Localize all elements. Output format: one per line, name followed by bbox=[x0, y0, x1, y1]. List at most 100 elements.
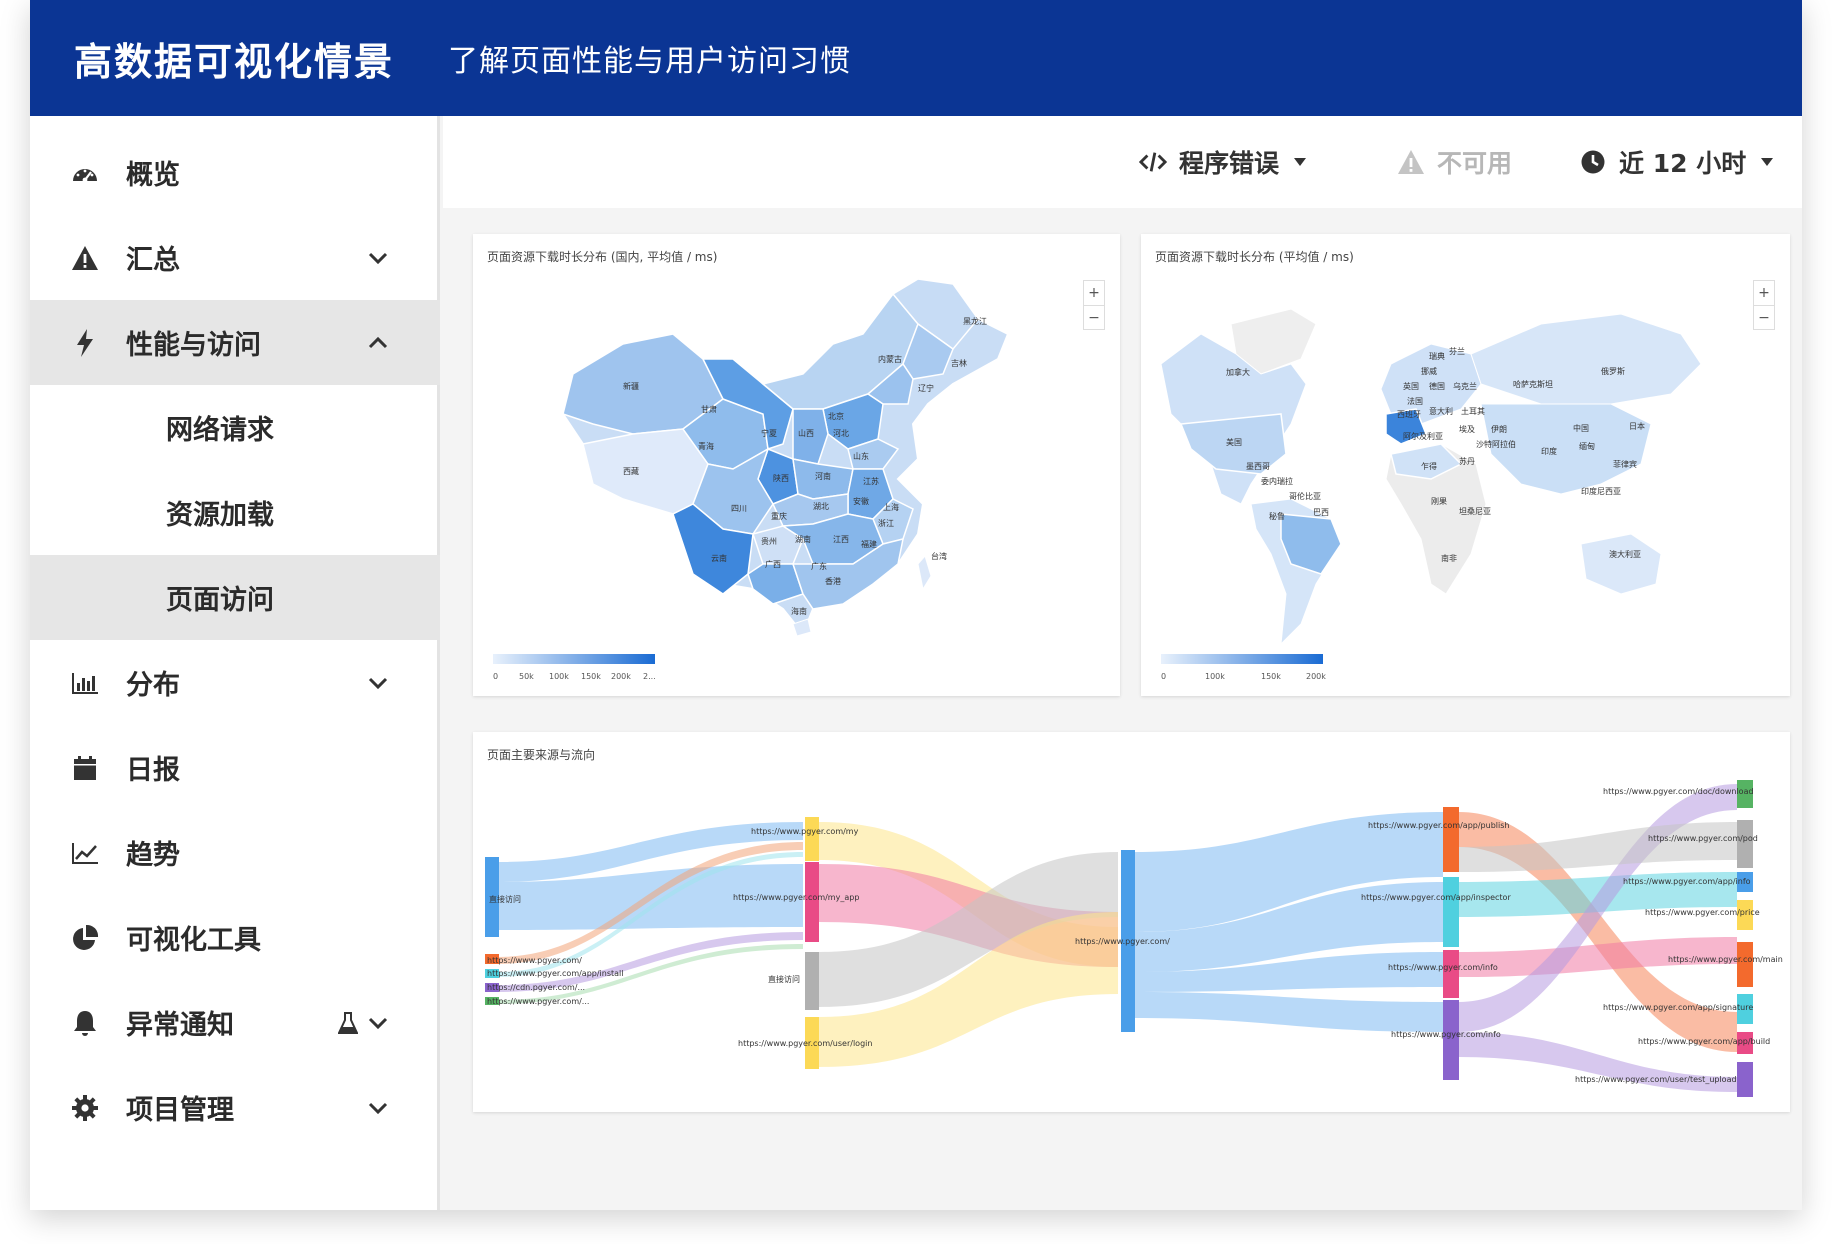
map-label: 缅甸 bbox=[1579, 441, 1595, 451]
map-label: 辽宁 bbox=[918, 383, 934, 393]
sidebar-item-label: 异常通知 bbox=[126, 1010, 234, 1041]
map-label: 西藏 bbox=[623, 466, 639, 476]
map-label: 青海 bbox=[698, 441, 714, 451]
map-label: 法国 bbox=[1407, 396, 1423, 406]
map-label: 宁夏 bbox=[761, 428, 777, 438]
chevron-down-icon[interactable] bbox=[366, 1011, 390, 1035]
sidebar-item-label: 可视化工具 bbox=[126, 925, 261, 956]
map-label: 印度尼西亚 bbox=[1581, 486, 1621, 496]
sidebar-item-project-management[interactable]: 项目管理 bbox=[30, 1065, 440, 1150]
map-label: 陕西 bbox=[773, 473, 789, 483]
map-label: 浙江 bbox=[878, 518, 894, 528]
map-label: 刚果 bbox=[1431, 497, 1447, 506]
map-label: 德国 bbox=[1429, 381, 1445, 391]
sankey-node bbox=[1443, 1000, 1459, 1080]
sidebar-item-alerts[interactable]: 异常通知 bbox=[30, 980, 440, 1065]
map-label: 印度 bbox=[1541, 446, 1557, 456]
sidebar-item-distribution[interactable]: 分布 bbox=[30, 640, 440, 725]
sankey-label: https://www.pgyer.com/app/info bbox=[1623, 877, 1751, 886]
sidebar-item-label: 页面访问 bbox=[166, 585, 274, 616]
sidebar-item-resource-loading[interactable]: 资源加载 bbox=[30, 470, 440, 555]
sidebar-item-performance[interactable]: 性能与访问 bbox=[30, 300, 440, 385]
map-label: 西班牙 bbox=[1397, 409, 1421, 419]
region-russia-asia bbox=[1470, 313, 1702, 405]
sidebar-item-summary[interactable]: 汇总 bbox=[30, 215, 440, 300]
sidebar-item-daily-report[interactable]: 日报 bbox=[30, 725, 440, 810]
china-map[interactable]: 新疆 西藏 青海 甘肃 宁夏 山西 北京 河北 山东 河南 江苏 陕西 安徽 湖… bbox=[473, 264, 1120, 684]
sidebar-item-page-visits[interactable]: 页面访问 bbox=[30, 555, 440, 640]
region-asia bbox=[1480, 403, 1652, 495]
map-label: 沙特阿拉伯 bbox=[1476, 439, 1516, 449]
map-label: 广西 bbox=[765, 559, 781, 569]
legend-tick: 150k bbox=[581, 672, 601, 681]
map-label: 菲律宾 bbox=[1613, 459, 1637, 469]
sankey-label: https://www.pgyer.com/ bbox=[1075, 937, 1170, 946]
time-range-dropdown[interactable]: 近 12 小时 bbox=[1579, 144, 1774, 180]
sankey-label: https://www.pgyer.com/user/test_upload bbox=[1575, 1075, 1737, 1084]
clock-icon bbox=[1579, 148, 1607, 176]
code-icon bbox=[1139, 148, 1167, 176]
map-label: 内蒙古 bbox=[878, 354, 902, 364]
map-label: 福建 bbox=[861, 539, 877, 549]
chevron-up-icon[interactable] bbox=[366, 331, 390, 355]
sankey-node bbox=[1443, 877, 1459, 947]
sankey-node bbox=[1737, 820, 1753, 868]
map-label: 上海 bbox=[883, 502, 899, 512]
sankey-label: https://www.pgyer.com/app/publish bbox=[1368, 821, 1509, 830]
world-map[interactable]: 加拿大 美国 墨西哥 哥伦比亚 委内瑞拉 秘鲁 巴西 挪威 瑞典 芬兰 英国 法… bbox=[1141, 264, 1790, 684]
error-filter-dropdown[interactable]: 程序错误 bbox=[1139, 144, 1307, 180]
sankey-label: 直接访问 bbox=[489, 894, 521, 904]
sidebar-item-label: 汇总 bbox=[126, 245, 180, 276]
sankey-label: https://www.pgyer.com/info bbox=[1391, 1030, 1501, 1039]
chevron-down-icon[interactable] bbox=[366, 246, 390, 270]
sankey-label: https://www.pgyer.com/user/login bbox=[738, 1039, 872, 1048]
sidebar-item-visual-tools[interactable]: 可视化工具 bbox=[30, 895, 440, 980]
sidebar-item-label: 性能与访问 bbox=[126, 330, 261, 361]
sankey-label: https://cdn.pgyer.com/... bbox=[487, 983, 585, 992]
sankey-chart[interactable]: 直接访问 https://www.pgyer.com/ https://www.… bbox=[473, 732, 1790, 1112]
map-label: 哈萨克斯坦 bbox=[1513, 379, 1553, 389]
calendar-icon bbox=[70, 753, 100, 783]
legend-tick: 200k bbox=[1306, 672, 1326, 681]
sankey-label: https://www.pgyer.com/info bbox=[1388, 963, 1498, 972]
lightning-icon bbox=[70, 328, 100, 358]
map-label: 中国 bbox=[1573, 423, 1589, 433]
sidebar-item-label: 网络请求 bbox=[166, 415, 274, 446]
world-map-title: 页面资源下载时长分布 (平均值 / ms) bbox=[1155, 250, 1354, 264]
sankey-label: https://www.pgyer.com/doc/download bbox=[1603, 787, 1754, 796]
map-label: 澳大利亚 bbox=[1609, 549, 1641, 559]
map-label: 委内瑞拉 bbox=[1261, 476, 1293, 486]
map-label: 俄罗斯 bbox=[1601, 366, 1625, 376]
chevron-down-icon[interactable] bbox=[366, 671, 390, 695]
region-australia bbox=[1580, 533, 1662, 595]
sankey-node bbox=[1737, 942, 1753, 987]
availability-item: 不可用 bbox=[1397, 144, 1512, 180]
toolbar: 程序错误 不可用 近 12 小时 bbox=[443, 116, 1802, 208]
map-label: 挪威 bbox=[1421, 366, 1437, 376]
sidebar-item-trends[interactable]: 趋势 bbox=[30, 810, 440, 895]
map-label: 秘鲁 bbox=[1269, 511, 1285, 521]
map-label: 南非 bbox=[1441, 553, 1457, 563]
caret-down-icon bbox=[1294, 158, 1307, 166]
map-label: 坦桑尼亚 bbox=[1459, 506, 1491, 516]
sankey-card: 页面主要来源与流向 直接访问 https://www.pgyer.com/ ht… bbox=[473, 732, 1790, 1112]
map-label: 江苏 bbox=[863, 476, 879, 486]
sidebar-item-network-requests[interactable]: 网络请求 bbox=[30, 385, 440, 470]
region-taiwan bbox=[917, 554, 932, 591]
map-label: 湖南 bbox=[795, 534, 811, 544]
app-header: 高数据可视化情景 了解页面性能与用户访问习惯 bbox=[30, 0, 1802, 116]
map-label: 英国 bbox=[1403, 381, 1419, 391]
map-label: 乌克兰 bbox=[1453, 381, 1477, 391]
map-label: 巴西 bbox=[1313, 508, 1329, 517]
sidebar-item-overview[interactable]: 概览 bbox=[30, 130, 440, 215]
dashboard-icon bbox=[70, 158, 100, 188]
error-filter-label: 程序错误 bbox=[1179, 149, 1280, 178]
region-tibet bbox=[582, 428, 709, 515]
map-label: 土耳其 bbox=[1461, 406, 1485, 416]
map-label: 台湾 bbox=[931, 551, 947, 561]
map-label: 湖北 bbox=[813, 502, 829, 511]
map-label: 山东 bbox=[853, 451, 869, 461]
map-label: 吉林 bbox=[951, 358, 967, 368]
chevron-down-icon[interactable] bbox=[366, 1096, 390, 1120]
sidebar-item-label: 日报 bbox=[126, 755, 180, 786]
